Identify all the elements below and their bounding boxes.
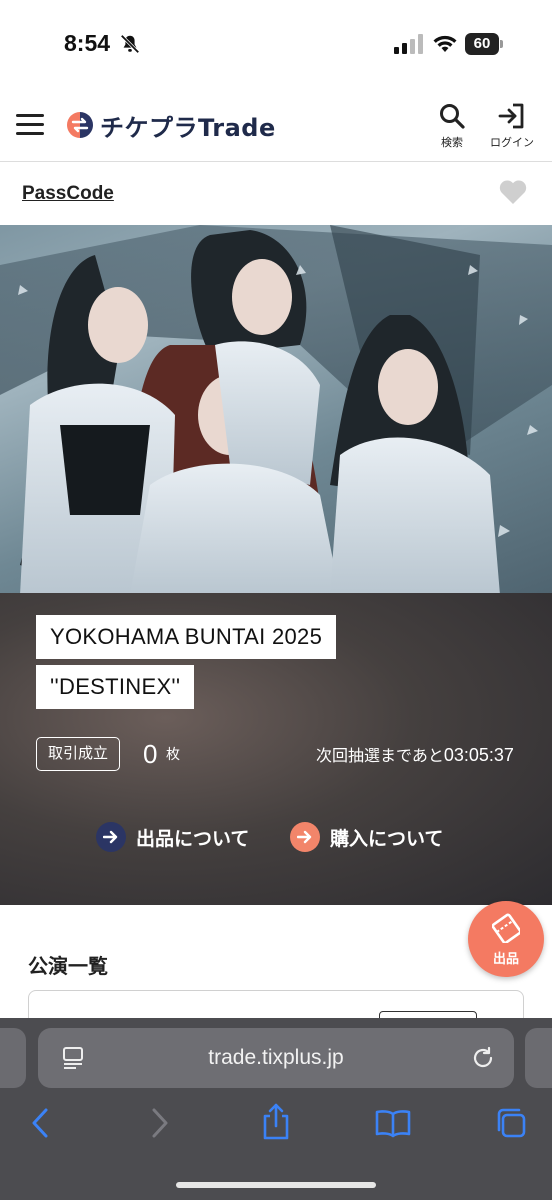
battery-indicator: 60 [465,33,503,55]
artist-photo [0,225,552,595]
share-icon[interactable] [260,1102,292,1142]
arrow-right-icon [96,822,126,852]
lottery-countdown-time: 03:05:37 [443,745,514,765]
trade-complete-badge: 取引成立 [36,737,121,771]
address-bar[interactable]: trade.tixplus.jp [38,1028,514,1088]
lottery-countdown-label: 次回抽選まであと [316,746,444,765]
tabs-icon[interactable] [494,1106,528,1140]
arrow-right-icon [290,822,320,852]
buy-info-link[interactable]: 購入について [290,821,443,853]
logo-text: チケプラTrade [100,113,276,142]
buy-info-label: 購入について [330,827,444,850]
reload-icon[interactable] [470,1045,496,1071]
heart-icon[interactable] [498,178,528,206]
home-indicator [176,1182,376,1188]
sell-info-label: 出品について [136,827,250,850]
search-icon [440,104,465,129]
previous-tab-peek[interactable] [0,1028,26,1088]
login-button[interactable]: ログイン [486,102,538,150]
menu-icon[interactable] [16,114,44,136]
wifi-icon [433,35,457,52]
browser-toolbar: trade.tixplus.jp [0,1018,552,1200]
ticket-icon [492,913,520,943]
forward-icon[interactable] [148,1106,172,1140]
trade-count-unit: 枚 [166,747,180,763]
battery-level: 60 [465,33,499,55]
event-hero-image [0,225,552,595]
login-icon [498,103,524,129]
search-button[interactable]: 検索 [426,102,478,150]
bell-slash-icon [120,34,140,54]
event-title-line-2: ''DESTINEX'' [36,665,195,709]
back-icon[interactable] [28,1106,52,1140]
signal-icon [394,34,423,54]
floating-sell-button[interactable]: 出品 [468,901,544,977]
status-time: 8:54 [64,30,111,56]
site-logo[interactable]: チケプラTrade [66,108,276,142]
logo-mark-icon [67,112,93,138]
login-label: ログイン [490,136,534,149]
event-title-line-1: YOKOHAMA BUNTAI 2025 [36,615,337,659]
artist-link[interactable]: PassCode [22,183,114,205]
search-label: 検索 [441,136,463,149]
next-tab-peek[interactable] [525,1028,552,1088]
performance-list-heading: 公演一覧 [28,954,108,978]
artist-row: PassCode [0,163,552,225]
trade-count: 0 [143,739,158,769]
bookmarks-icon[interactable] [374,1108,412,1138]
status-bar: 8:54 60 [0,0,552,90]
site-header: チケプラTrade 検索 ログイン [0,90,552,162]
url-text: trade.tixplus.jp [208,1046,344,1069]
event-info-panel: YOKOHAMA BUNTAI 2025 ''DESTINEX'' 取引成立 0… [0,593,552,905]
lottery-countdown: 次回抽選まであと03:05:37 [316,743,514,768]
floating-sell-label: 出品 [492,952,519,967]
sell-info-link[interactable]: 出品について [96,821,249,853]
